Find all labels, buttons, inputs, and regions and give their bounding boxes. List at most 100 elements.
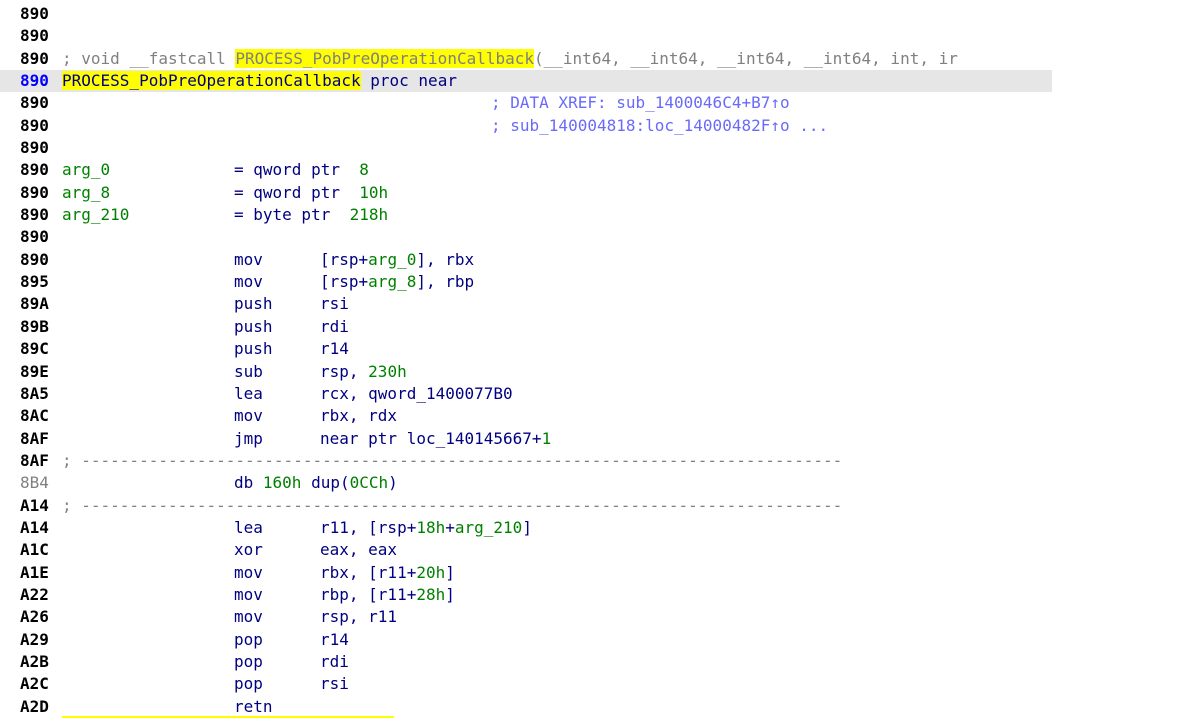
instruction-line[interactable]: 89C push r14 [0,338,1200,360]
operands[interactable]: rsp, r11 [320,606,397,628]
operands[interactable]: [rsp+arg_8], rbp [320,271,474,293]
instruction-line[interactable]: 8AF jmp near ptr loc_140145667+1 [0,428,1200,450]
instruction-line[interactable]: A2C pop rsi [0,673,1200,695]
operands[interactable]: r14 [320,338,349,360]
mnemonic[interactable]: push [234,316,273,338]
arg-offset: 8 [359,160,369,180]
operands[interactable]: rbx, rdx [320,405,397,427]
listing-line[interactable]: 890 [0,226,1200,248]
address: 8B4 [20,473,49,493]
operand-part: rsp, [320,361,369,381]
instruction-line[interactable]: A2B pop rdi [0,651,1200,673]
operand-part: [rsp+ [320,249,369,269]
instruction-line[interactable]: 8A5 lea rcx, qword_1400077B0 [0,383,1200,405]
prototype-function-name[interactable]: PROCESS_PobPreOperationCallback [235,48,535,68]
mnemonic[interactable]: jmp [234,428,263,450]
mnemonic[interactable]: mov [234,584,263,606]
prototype-prefix: ; void __fastcall [62,48,236,68]
operands[interactable]: rcx, qword_1400077B0 [320,383,513,405]
operands[interactable]: near ptr loc_140145667+1 [320,428,551,450]
xref-line[interactable]: 890 ; sub_140004818:loc_14000482F↑o ... [0,115,1200,137]
instruction-line[interactable]: 89E sub rsp, 230h [0,361,1200,383]
data-xref-comment[interactable]: ; DATA XREF: sub_1400046C4+B7↑o [491,92,790,114]
address: A14 [20,495,49,515]
mnemonic[interactable]: xor [234,539,263,561]
instruction-line[interactable]: A22 mov rbp, [r11+28h] [0,584,1200,606]
arg-name[interactable]: arg_210 [62,204,129,226]
mnemonic[interactable]: mov [234,606,263,628]
arg-name[interactable]: arg_8 [62,182,110,204]
operands[interactable]: rbx, [r11+20h] [320,562,455,584]
mnemonic[interactable]: pop [234,629,263,651]
instruction-line[interactable]: A14 lea r11, [rsp+18h+arg_210] [0,517,1200,539]
separator-line[interactable]: 8AF ; ----------------------------------… [0,450,1200,472]
instruction-line[interactable]: A1C xor eax, eax [0,539,1200,561]
operand-part: ], rbx [416,249,475,269]
instruction-line[interactable]: 890 mov [rsp+arg_0], rbx [0,249,1200,271]
listing-line[interactable]: 890 [0,25,1200,47]
mnemonic[interactable]: lea [234,383,263,405]
mnemonic[interactable]: pop [234,651,263,673]
address: 890 [20,93,49,113]
xref-line[interactable]: 890 ; DATA XREF: sub_1400046C4+B7↑o [0,92,1200,114]
disassembly-listing[interactable]: 890 890 890 ; void __fastcall PROCESS_Po… [0,3,1200,718]
operands[interactable]: rdi [320,651,349,673]
arg-line[interactable]: 890 arg_0 = qword ptr 8 [0,159,1200,181]
mnemonic[interactable]: pop [234,673,263,695]
operands[interactable]: r11, [rsp+18h+arg_210] [320,517,532,539]
address: 890 [20,205,49,225]
listing-line[interactable]: 890 [0,137,1200,159]
operand-part: 18h [416,517,446,537]
separator-line[interactable]: A14 ; ----------------------------------… [0,495,1200,517]
mnemonic[interactable]: retn [234,696,273,718]
arg-type: = qword ptr [234,160,360,180]
arg-line[interactable]: 890 arg_210 = byte ptr 218h [0,204,1200,226]
operand-part: rbx, [r11+ [320,562,417,582]
instruction-line[interactable]: 89B push rdi [0,316,1200,338]
instruction-line[interactable]: A26 mov rsp, r11 [0,606,1200,628]
arg-name[interactable]: arg_0 [62,159,110,181]
mnemonic[interactable]: push [234,293,273,315]
function-name-label[interactable]: PROCESS_PobPreOperationCallback [62,71,361,91]
operands[interactable]: rbp, [r11+28h] [320,584,455,606]
data-xref-comment[interactable]: ; sub_140004818:loc_14000482F↑o ... [491,115,828,137]
operands[interactable]: rsi [320,293,349,315]
mnemonic[interactable]: mov [234,562,263,584]
address: A2B [20,651,49,671]
mnemonic[interactable]: push [234,338,273,360]
mnemonic[interactable]: mov [234,249,263,271]
operand-part: ] [522,517,532,537]
operands[interactable]: [rsp+arg_0], rbx [320,249,474,271]
address: 8A5 [20,383,49,403]
proc-line[interactable]: 890 PROCESS_PobPreOperationCallback proc… [0,70,1052,93]
address: 890 [20,138,49,158]
operands[interactable]: rdi [320,316,349,338]
db-line[interactable]: 8B4 db 160h dup(0CCh) [0,472,1200,494]
mnemonic[interactable]: sub [234,361,263,383]
instruction-line[interactable]: A1E mov rbx, [r11+20h] [0,562,1200,584]
address: 890 [20,115,49,135]
instruction-line[interactable]: 89A push rsi [0,293,1200,315]
operands[interactable]: rsi [320,673,349,695]
address: A1E [20,562,49,582]
operand-part: r14 [320,629,349,649]
instruction-line[interactable]: 8AC mov rbx, rdx [0,405,1200,427]
operands[interactable]: eax, eax [320,539,397,561]
address: 890 [20,26,49,46]
operand-part: rbp, [r11+ [320,584,417,604]
operands[interactable]: rsp, 230h [320,361,407,383]
address: 890 [20,48,49,68]
listing-line[interactable]: 890 [0,3,1200,25]
instruction-line[interactable]: A2D retn [0,696,1200,718]
mnemonic[interactable]: mov [234,271,263,293]
operand-part: 230h [368,361,407,381]
mnemonic[interactable]: mov [234,405,263,427]
arg-line[interactable]: 890 arg_8 = qword ptr 10h [0,182,1200,204]
instruction-line[interactable]: A29 pop r14 [0,629,1200,651]
arg-offset: 218h [349,205,389,225]
operands[interactable]: r14 [320,629,349,651]
mnemonic[interactable]: lea [234,517,263,539]
operand-part: arg_0 [368,249,417,269]
instruction-line[interactable]: 895 mov [rsp+arg_8], rbp [0,271,1200,293]
function-prototype-line[interactable]: 890 ; void __fastcall PROCESS_PobPreOper… [0,48,1200,70]
